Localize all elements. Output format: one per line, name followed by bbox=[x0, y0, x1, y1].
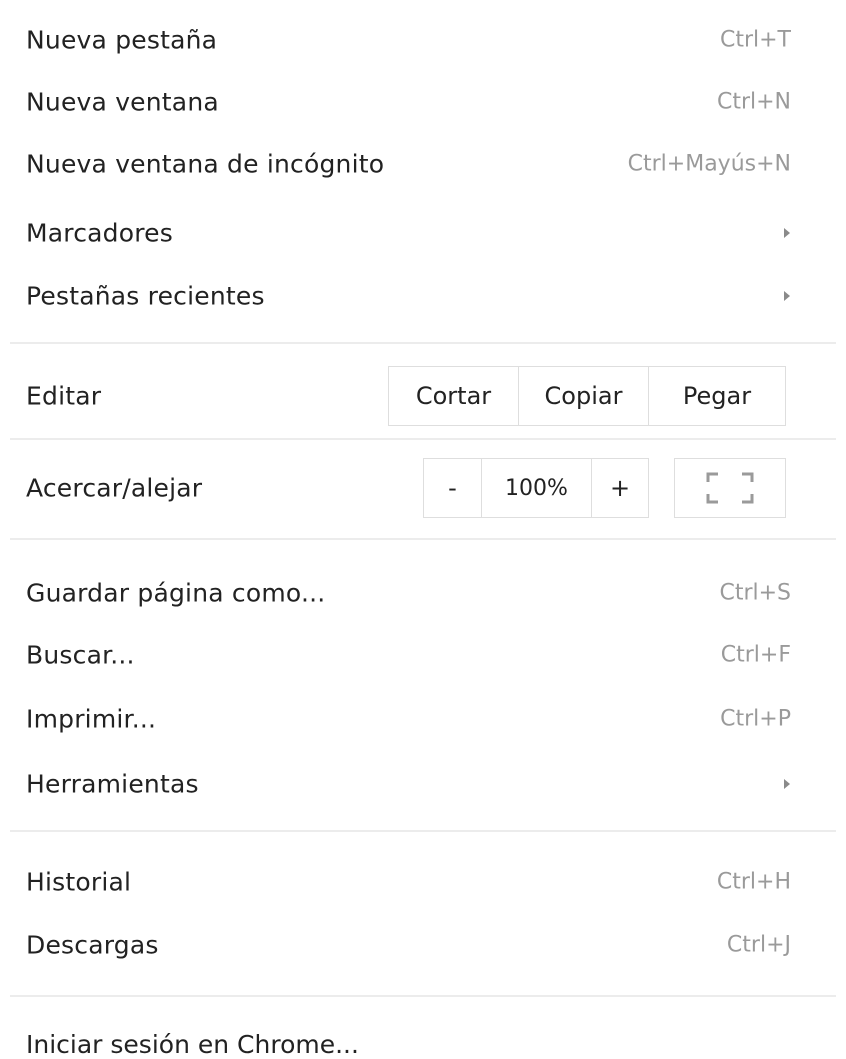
menu-item-label: Nueva ventana de incógnito bbox=[26, 149, 385, 179]
fullscreen-icon bbox=[706, 472, 754, 504]
menu-item-new-incognito-window[interactable]: Nueva ventana de incógnito Ctrl+Mayús+N bbox=[0, 134, 846, 194]
menu-item-label: Marcadores bbox=[26, 218, 173, 248]
menu-item-new-window[interactable]: Nueva ventana Ctrl+N bbox=[0, 72, 846, 132]
menu-item-shortcut: Ctrl+T bbox=[719, 27, 791, 53]
cut-button[interactable]: Cortar bbox=[389, 367, 519, 425]
menu-item-label: Descargas bbox=[26, 930, 159, 960]
menu-item-shortcut: Ctrl+Mayús+N bbox=[627, 151, 791, 177]
menu-item-label: Imprimir... bbox=[26, 704, 157, 734]
menu-item-shortcut: Ctrl+J bbox=[726, 932, 791, 958]
chrome-menu: Nueva pestaña Ctrl+T Nueva ventana Ctrl+… bbox=[0, 0, 846, 1059]
menu-item-signin[interactable]: Iniciar sesión en Chrome... bbox=[26, 1030, 359, 1059]
edit-label: Editar bbox=[26, 381, 102, 411]
menu-item-label: Buscar... bbox=[26, 640, 135, 670]
menu-item-bookmarks[interactable]: Marcadores bbox=[0, 203, 846, 263]
menu-item-label: Nueva ventana bbox=[26, 87, 219, 117]
menu-item-new-tab[interactable]: Nueva pestaña Ctrl+T bbox=[0, 10, 846, 70]
submenu-arrow-icon bbox=[784, 779, 790, 789]
menu-item-label: Guardar página como... bbox=[26, 578, 326, 608]
submenu-arrow-icon bbox=[784, 228, 790, 238]
menu-item-save-page[interactable]: Guardar página como... Ctrl+S bbox=[0, 563, 846, 623]
menu-row-zoom: Acercar/alejar - 100% + bbox=[0, 458, 846, 518]
menu-item-label: Pestañas recientes bbox=[26, 281, 265, 311]
zoom-in-button[interactable]: + bbox=[592, 459, 648, 517]
menu-item-shortcut: Ctrl+H bbox=[716, 869, 791, 895]
fullscreen-button[interactable] bbox=[674, 458, 786, 518]
menu-item-history[interactable]: Historial Ctrl+H bbox=[0, 852, 846, 912]
menu-item-recent-tabs[interactable]: Pestañas recientes bbox=[0, 266, 846, 326]
zoom-level: 100% bbox=[482, 459, 592, 517]
menu-separator bbox=[10, 342, 836, 344]
menu-separator bbox=[10, 538, 836, 540]
menu-item-label: Historial bbox=[26, 867, 132, 897]
menu-item-tools[interactable]: Herramientas bbox=[0, 754, 846, 814]
menu-row-edit: Editar Cortar Copiar Pegar bbox=[0, 366, 846, 426]
menu-item-label: Herramientas bbox=[26, 769, 199, 799]
menu-item-print[interactable]: Imprimir... Ctrl+P bbox=[0, 689, 846, 749]
edit-button-group: Cortar Copiar Pegar bbox=[388, 366, 786, 426]
menu-separator bbox=[10, 438, 836, 440]
zoom-label: Acercar/alejar bbox=[26, 473, 203, 503]
menu-separator bbox=[10, 995, 836, 997]
paste-button[interactable]: Pegar bbox=[649, 367, 785, 425]
zoom-button-group: - 100% + bbox=[423, 458, 649, 518]
submenu-arrow-icon bbox=[784, 291, 790, 301]
menu-item-label: Nueva pestaña bbox=[26, 25, 218, 55]
menu-item-find[interactable]: Buscar... Ctrl+F bbox=[0, 625, 846, 685]
menu-separator bbox=[10, 830, 836, 832]
menu-item-shortcut: Ctrl+P bbox=[720, 706, 791, 732]
menu-item-downloads[interactable]: Descargas Ctrl+J bbox=[0, 915, 846, 975]
copy-button[interactable]: Copiar bbox=[519, 367, 649, 425]
menu-item-shortcut: Ctrl+N bbox=[716, 89, 791, 115]
zoom-out-button[interactable]: - bbox=[424, 459, 482, 517]
menu-item-shortcut: Ctrl+S bbox=[719, 580, 791, 606]
menu-item-shortcut: Ctrl+F bbox=[720, 642, 791, 668]
